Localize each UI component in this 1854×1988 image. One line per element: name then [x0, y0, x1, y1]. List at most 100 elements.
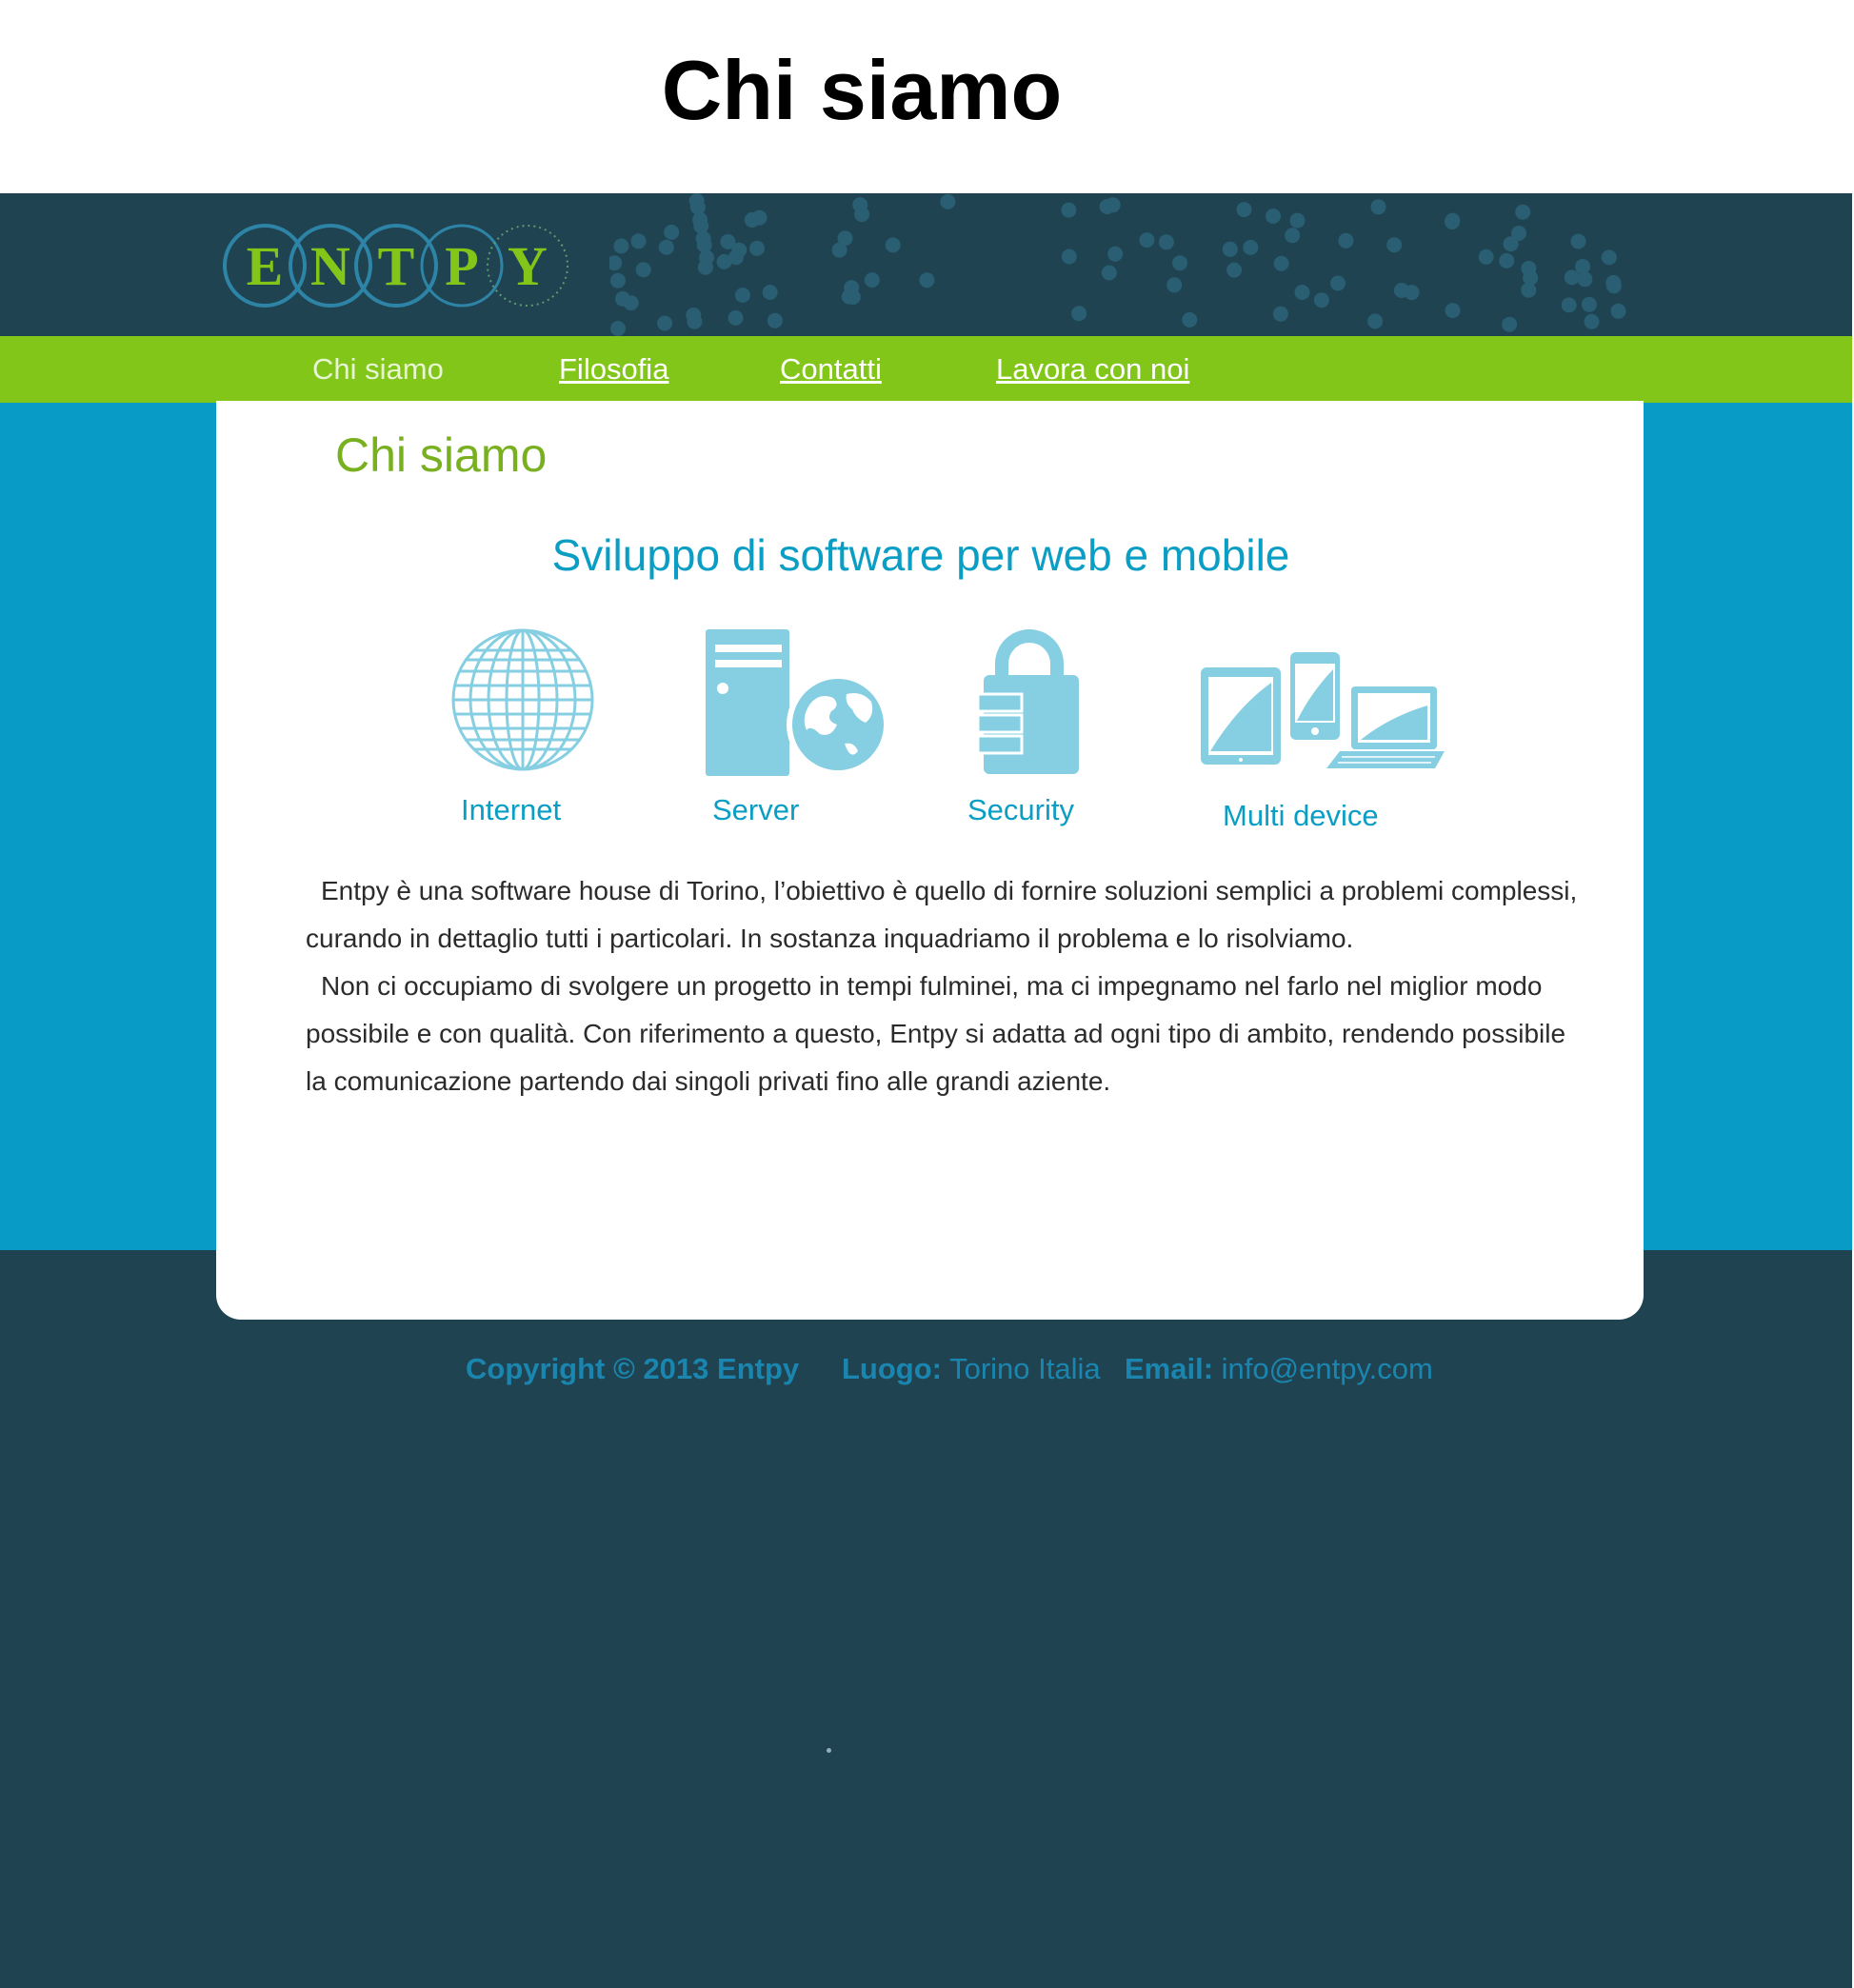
pattern-dot	[1061, 202, 1077, 218]
pattern-dot	[610, 321, 626, 336]
feature-label-server: Server	[712, 793, 800, 826]
logo-letter: T	[378, 235, 415, 297]
pattern-dot	[635, 262, 651, 278]
pattern-dot	[1139, 232, 1155, 248]
padlock-icon	[976, 629, 1079, 774]
pattern-dot	[1099, 199, 1115, 214]
pattern-dot	[1445, 214, 1460, 229]
place-label: Luogo:	[842, 1352, 943, 1385]
logo-letter: N	[310, 235, 350, 297]
pattern-dot	[1561, 297, 1577, 313]
pattern-dot	[1266, 209, 1281, 224]
pattern-dot	[1172, 255, 1187, 271]
pattern-dot	[1478, 248, 1494, 265]
feature-label-security: Security	[967, 793, 1074, 826]
pattern-dot	[609, 272, 626, 288]
footer-place: Luogo: Torino Italia	[842, 1352, 1101, 1386]
devices-icon	[1201, 652, 1445, 768]
pattern-dot	[734, 288, 750, 303]
pattern-dot	[864, 272, 880, 288]
pattern-dot	[658, 239, 674, 255]
logo-letter: E	[247, 235, 284, 297]
pattern-dot	[1499, 252, 1515, 268]
pattern-dot	[1577, 271, 1593, 288]
footer-copyright: Copyright © 2013 Entpy	[466, 1352, 799, 1386]
pattern-dot	[664, 224, 680, 240]
about-text: Entpy è una software house di Torino, l’…	[306, 867, 1582, 1105]
about-paragraph: Non ci occupiamo di svolgere un progetto…	[306, 971, 1566, 1096]
pattern-dot	[657, 315, 673, 331]
pattern-dot	[623, 295, 639, 311]
pattern-dot	[1071, 306, 1087, 322]
email-label: Email:	[1125, 1352, 1214, 1385]
pattern-dot	[609, 255, 623, 271]
pattern-dot	[1503, 236, 1519, 252]
pattern-dot	[716, 253, 732, 269]
pattern-dot	[1502, 316, 1518, 332]
logo-letter: Y	[508, 235, 548, 297]
pattern-dot	[697, 259, 713, 275]
nav-item-chi-siamo[interactable]: Chi siamo	[312, 336, 444, 403]
main-nav: Chi siamo Filosofia Contatti Lavora con …	[0, 336, 1852, 403]
pattern-dot	[841, 288, 857, 305]
pattern-dot	[1521, 282, 1537, 298]
pattern-dot	[762, 285, 778, 300]
pattern-dot	[1107, 246, 1124, 262]
pattern-dot	[1158, 234, 1174, 250]
pattern-dot	[751, 209, 768, 226]
pattern-dot	[1581, 296, 1597, 312]
pattern-dot	[1226, 262, 1243, 278]
pattern-dot	[630, 233, 647, 249]
pattern-dot	[1370, 199, 1386, 215]
content-subtitle: Sviluppo di software per web e mobile	[551, 530, 1290, 580]
pattern-dot	[1061, 248, 1077, 265]
pattern-dot	[749, 240, 765, 256]
pattern-dot	[1570, 233, 1586, 249]
dot-pattern-decoration	[609, 193, 1626, 336]
pattern-dot	[1182, 311, 1198, 328]
page-heading: Chi siamo	[661, 43, 1063, 137]
pattern-dot	[1294, 285, 1310, 300]
pattern-dot	[885, 237, 901, 253]
pattern-dot	[919, 272, 935, 288]
pattern-dot	[1564, 269, 1580, 286]
pattern-dot	[1386, 237, 1403, 253]
nav-item-filosofia[interactable]: Filosofia	[559, 336, 668, 403]
nav-item-contatti[interactable]: Contatti	[780, 336, 882, 403]
pattern-dot	[720, 233, 736, 249]
site-header: E N T P Y	[0, 193, 1852, 336]
pattern-dot	[1610, 303, 1626, 319]
content-title: Chi siamo	[335, 428, 548, 482]
feature-label-internet: Internet	[461, 793, 562, 826]
pattern-dot	[940, 193, 956, 209]
pattern-dot	[1236, 202, 1252, 218]
pattern-dot	[613, 238, 629, 254]
pattern-dot	[1289, 212, 1306, 229]
entpy-logo[interactable]: E N T P Y	[219, 220, 581, 315]
feature-label-multi-device: Multi device	[1223, 799, 1379, 832]
pattern-dot	[1584, 313, 1600, 329]
pattern-dot	[767, 312, 783, 328]
about-paragraph: Entpy è una software house di Torino, l’…	[306, 876, 1578, 953]
pattern-dot	[1367, 313, 1384, 329]
footer-dot	[827, 1748, 831, 1753]
nav-item-lavora-con-noi[interactable]: Lavora con noi	[996, 336, 1189, 403]
email-link[interactable]: info@entpy.com	[1222, 1352, 1433, 1385]
globe-icon	[451, 628, 594, 771]
pattern-dot	[837, 230, 853, 247]
pattern-dot	[1445, 303, 1461, 319]
pattern-dot	[854, 207, 870, 223]
site-container: E N T P Y Chi siamo Filosofia Contatti L…	[0, 193, 1854, 1988]
content-card: Chi siamo Sviluppo di software per web e…	[216, 401, 1644, 1320]
pattern-dot	[1601, 249, 1617, 266]
pattern-dot	[1222, 241, 1238, 257]
pattern-dot	[1338, 232, 1354, 248]
pattern-dot	[728, 309, 744, 326]
place-value: Torino Italia	[949, 1352, 1101, 1385]
pattern-dot	[687, 313, 703, 329]
logo-letter: P	[445, 235, 478, 297]
server-icon	[706, 629, 885, 776]
pattern-dot	[1605, 278, 1622, 294]
pattern-dot	[1101, 265, 1117, 281]
pattern-dot	[1515, 204, 1531, 220]
